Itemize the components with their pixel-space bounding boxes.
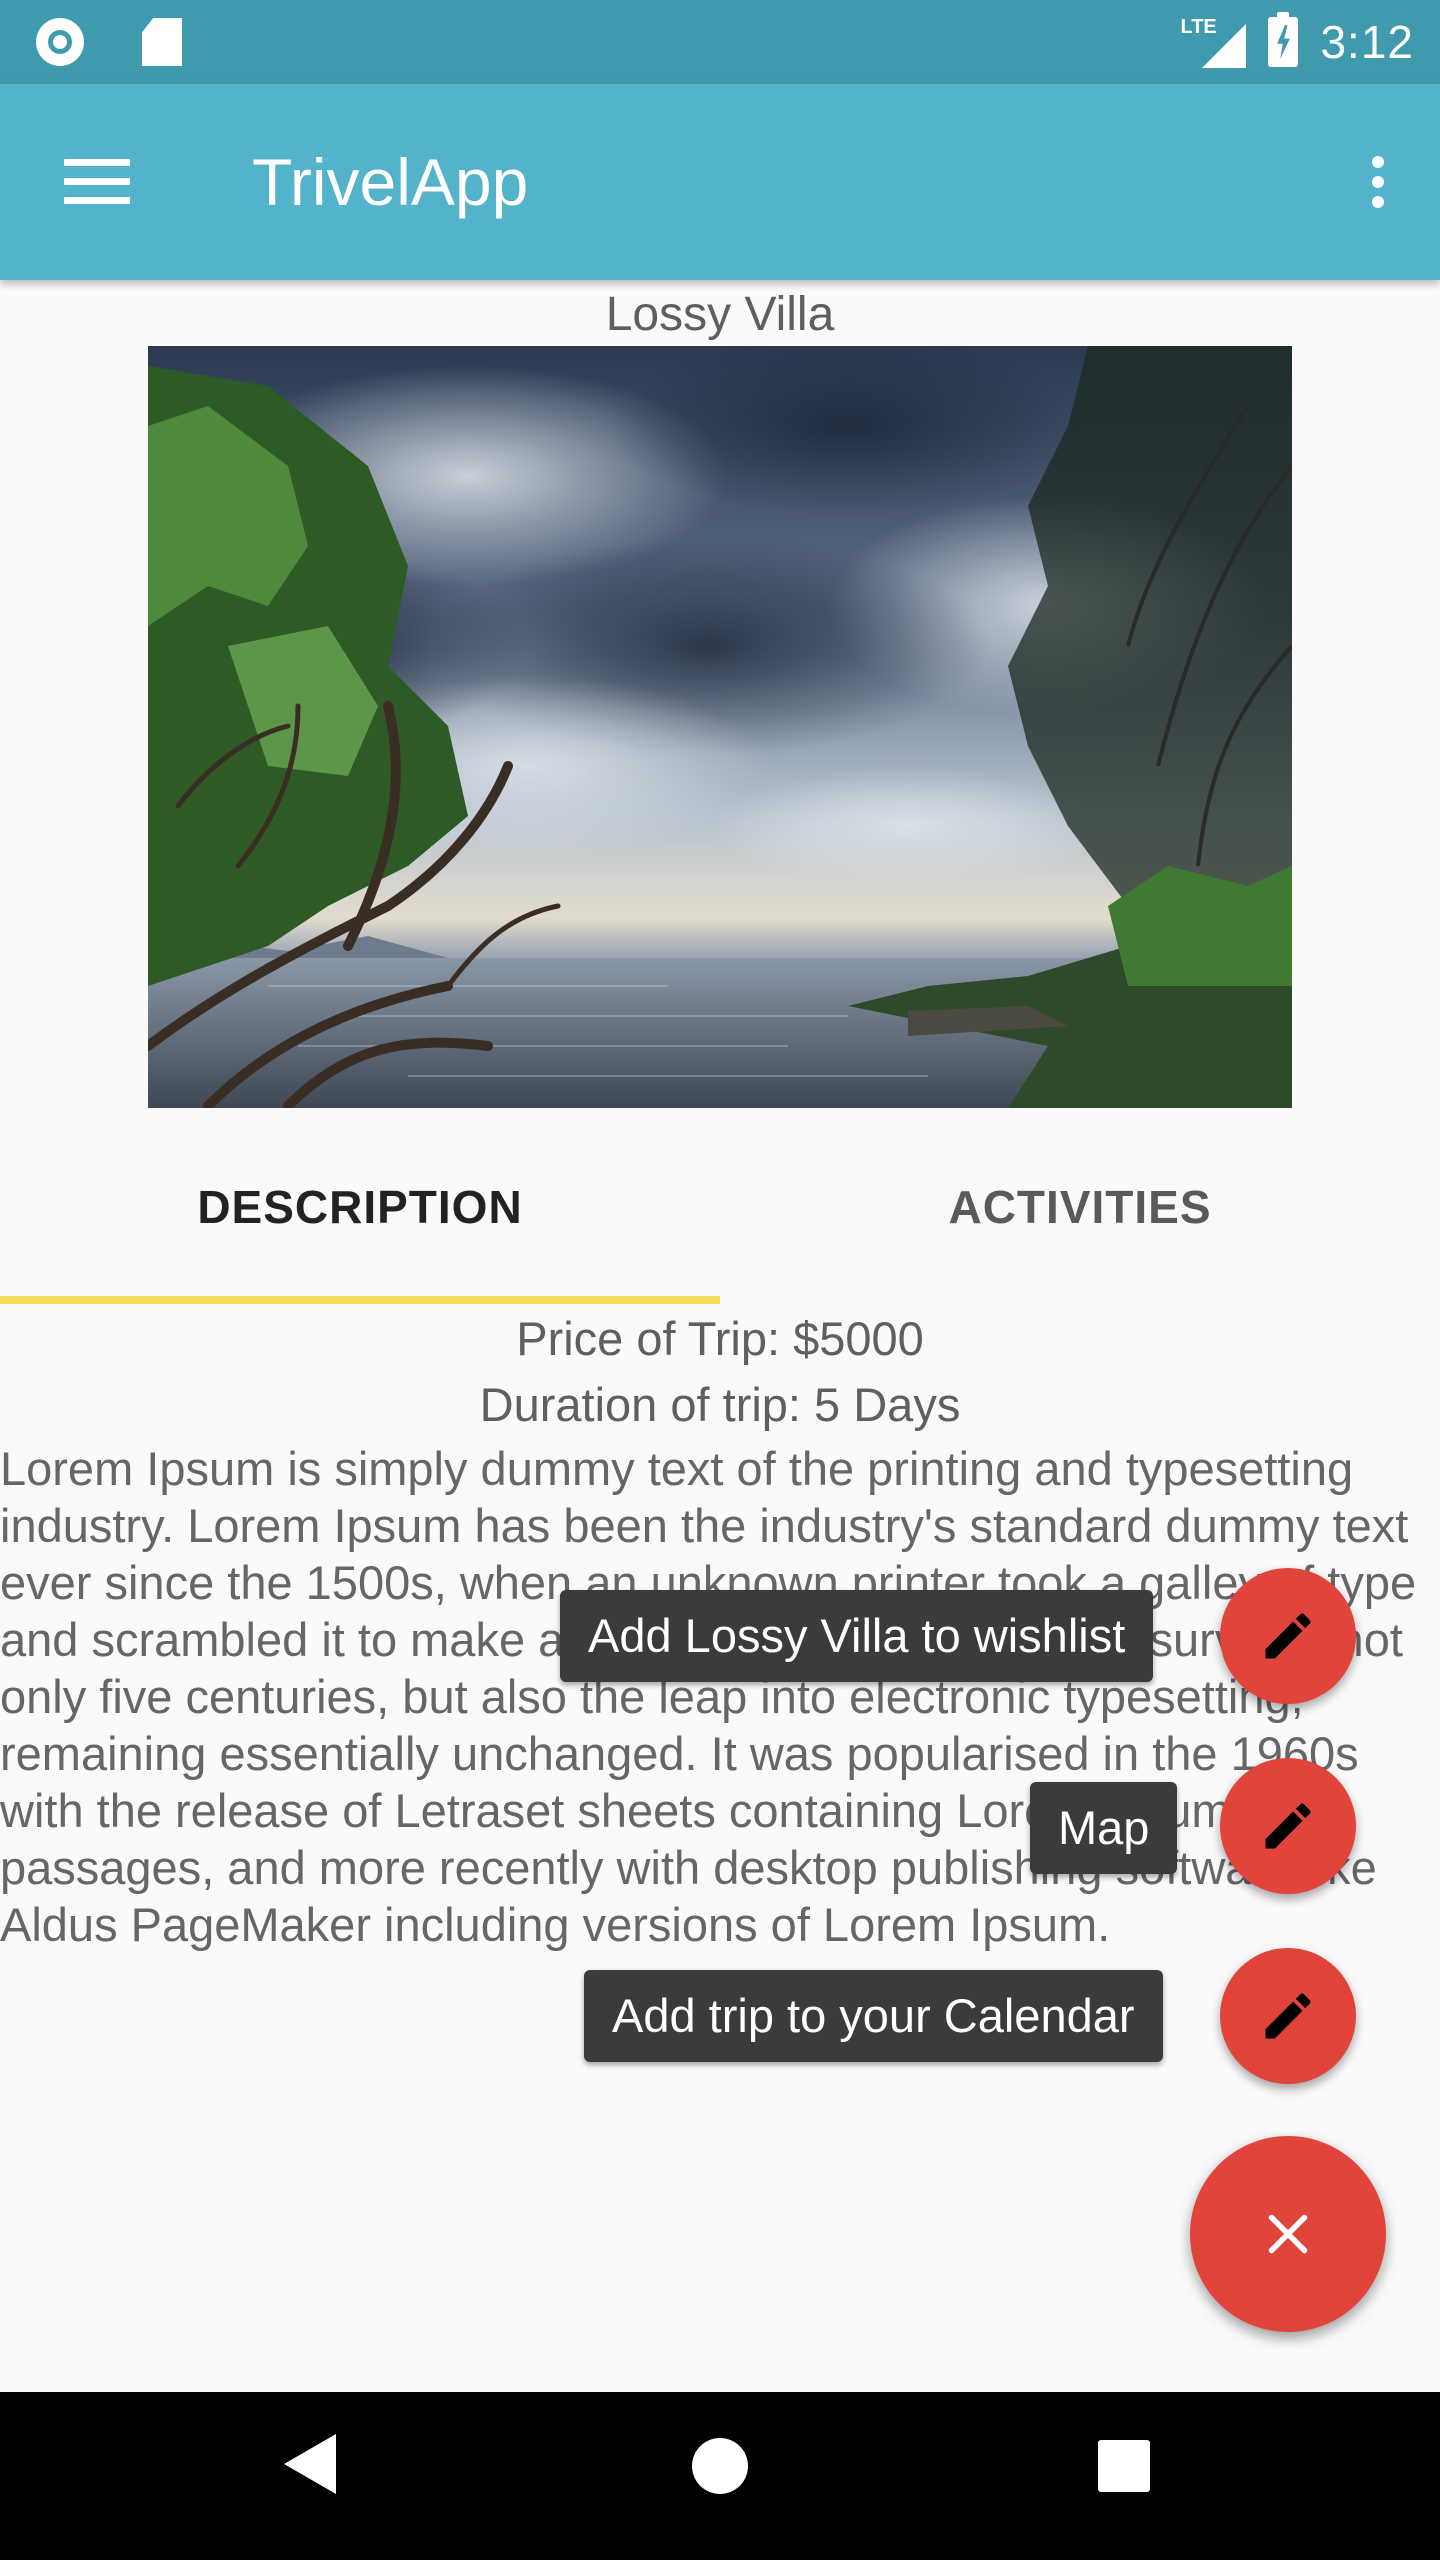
- place-photo: [148, 346, 1292, 1108]
- menu-button[interactable]: [40, 140, 156, 224]
- map-button[interactable]: [1220, 1758, 1356, 1894]
- app-bar: TrivelApp: [0, 84, 1440, 280]
- status-bar: LTE 3:12: [0, 0, 1440, 84]
- hamburger-menu-icon: [64, 159, 130, 205]
- tab-activities[interactable]: ACTIVITIES: [720, 1140, 1440, 1274]
- add-to-calendar-button[interactable]: [1220, 1948, 1356, 2084]
- record-icon: [36, 18, 84, 66]
- pencil-icon: [1265, 1803, 1311, 1849]
- battery-charging-icon: [1268, 12, 1299, 67]
- fab-label-calendar[interactable]: Add trip to your Calendar: [584, 1970, 1163, 2062]
- pencil-icon: [1265, 1993, 1311, 2039]
- close-icon: [1268, 2214, 1308, 2254]
- system-nav-bar: [0, 2392, 1440, 2560]
- app-title: TrivelApp: [252, 145, 529, 219]
- fab-label-wishlist[interactable]: Add Lossy Villa to wishlist: [560, 1590, 1154, 1682]
- more-vert-icon: [1372, 156, 1384, 168]
- sd-card-icon: [142, 18, 182, 66]
- signal-icon: LTE: [1180, 14, 1247, 70]
- place-title: Lossy Villa: [605, 288, 835, 341]
- add-to-wishlist-button[interactable]: [1220, 1568, 1356, 1704]
- trip-duration: Duration of trip: 5 Days: [479, 1378, 961, 1431]
- screen: LTE 3:12 TrivelApp Lossy Villa DESCRIPTI…: [0, 0, 1440, 2560]
- trip-price: Price of Trip: $5000: [516, 1312, 924, 1365]
- home-icon[interactable]: [692, 2438, 748, 2494]
- recents-icon[interactable]: [1098, 2440, 1150, 2492]
- fab-label-map[interactable]: Map: [1030, 1782, 1178, 1874]
- close-fab-menu-button[interactable]: [1190, 2136, 1386, 2332]
- tab-description[interactable]: DESCRIPTION: [0, 1140, 720, 1274]
- status-clock: 3:12: [1320, 16, 1414, 68]
- pencil-icon: [1265, 1613, 1311, 1659]
- tab-bar: DESCRIPTION ACTIVITIES: [0, 1140, 1440, 1304]
- back-icon[interactable]: [284, 2434, 336, 2494]
- more-options-button[interactable]: [1336, 140, 1420, 224]
- tab-indicator: [0, 1296, 720, 1304]
- landscape-image: [148, 346, 1292, 1108]
- trip-description: Lorem Ipsum is simply dummy text of the …: [0, 1442, 1417, 1951]
